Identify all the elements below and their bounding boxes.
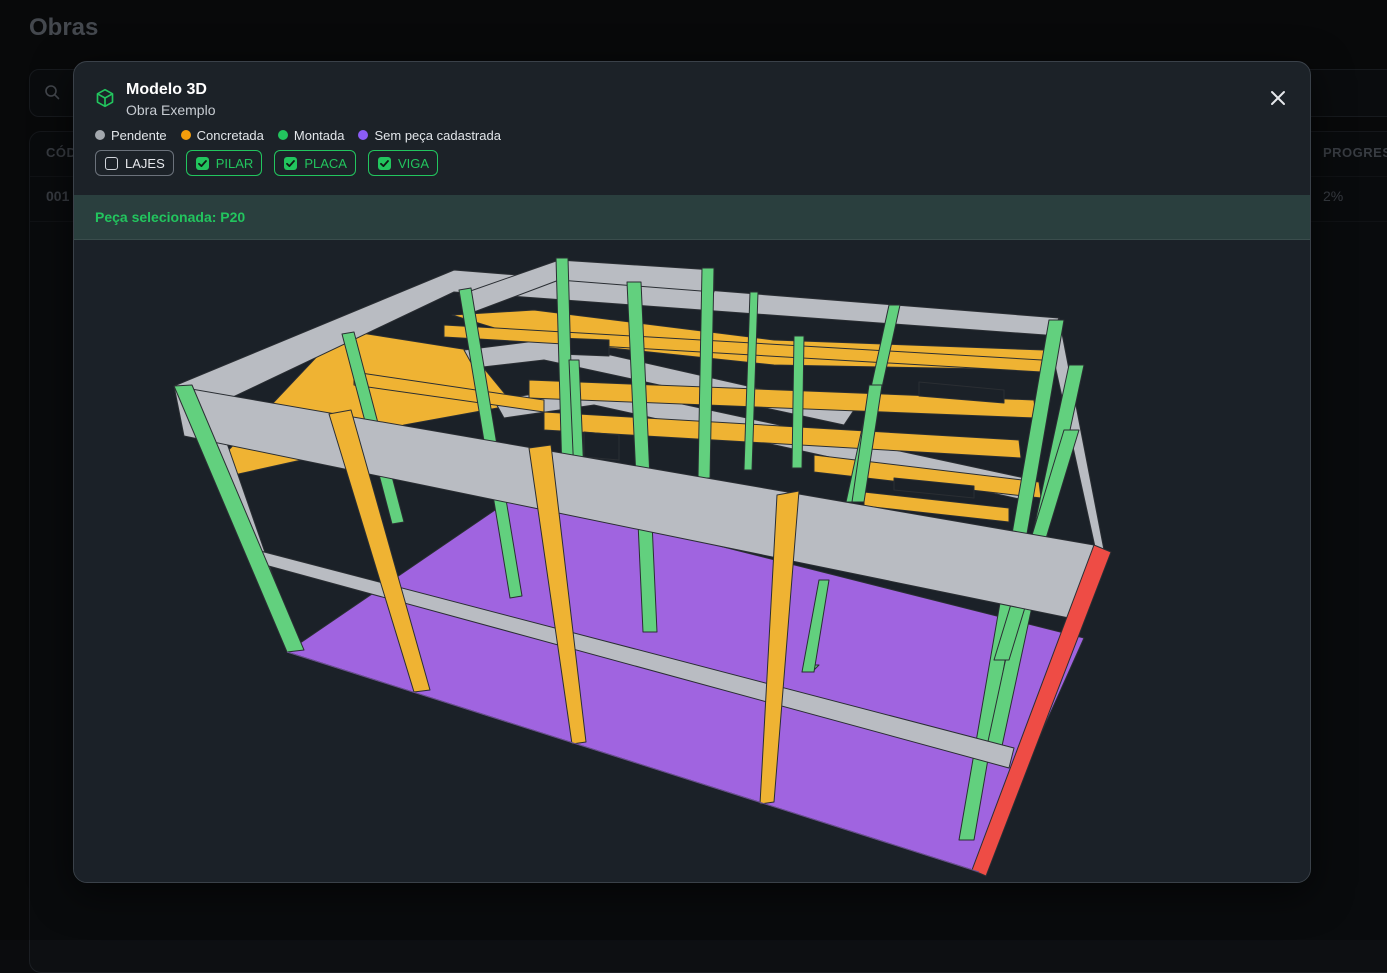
legend-item-montada: Montada xyxy=(277,127,345,143)
filter-label: PLACA xyxy=(304,155,347,171)
legend-item-concretada: Concretada xyxy=(180,127,264,143)
legend-item-sem-peca: Sem peça cadastrada xyxy=(358,127,501,143)
filter-label: LAJES xyxy=(125,155,165,171)
checkbox-checked[interactable] xyxy=(195,156,209,170)
filter-placa[interactable]: PLACA xyxy=(274,150,356,176)
legend-label: Pendente xyxy=(111,127,167,143)
legend-dot xyxy=(180,130,191,140)
legend-item-pendente: Pendente xyxy=(95,127,167,143)
checkbox-unchecked[interactable] xyxy=(105,156,118,170)
layer-filters: LAJES PILAR PLACA VIGA xyxy=(95,150,439,176)
legend-label: Montada xyxy=(293,127,345,143)
checkbox-checked[interactable] xyxy=(377,156,391,170)
selected-piece-bar: Peça selecionada: P20 xyxy=(74,195,1310,240)
3d-structure-model[interactable] xyxy=(74,240,1310,882)
status-legend: Pendente Concretada Montada Sem peça cad… xyxy=(95,127,501,143)
pillar-back[interactable] xyxy=(743,291,759,471)
3d-viewport[interactable] xyxy=(74,240,1310,882)
check-icon xyxy=(286,159,296,167)
check-icon xyxy=(380,159,389,167)
legend-dot xyxy=(358,130,369,140)
filter-label: PILAR xyxy=(215,155,254,171)
opening xyxy=(583,431,620,461)
filter-label: VIGA xyxy=(397,155,430,171)
selected-piece-label: Peça selecionada: P20 xyxy=(95,209,246,225)
filter-lajes[interactable]: LAJES xyxy=(95,150,174,176)
filter-pilar[interactable]: PILAR xyxy=(185,150,263,176)
legend-label: Concretada xyxy=(196,127,264,143)
pillar-mid[interactable] xyxy=(791,335,805,469)
legend-label: Sem peça cadastrada xyxy=(374,127,501,143)
checkbox-checked[interactable] xyxy=(284,156,298,170)
model-3d-modal: Modelo 3D Obra Exemplo Pendente Concreta… xyxy=(73,61,1311,883)
legend-dot xyxy=(277,130,288,140)
modal-subtitle: Obra Exemplo xyxy=(126,102,216,118)
cube-icon xyxy=(96,88,114,108)
filter-viga[interactable]: VIGA xyxy=(367,150,439,176)
check-icon xyxy=(197,159,207,167)
modal-title: Modelo 3D xyxy=(126,81,207,98)
close-icon[interactable] xyxy=(1268,88,1288,108)
modal-header: Modelo 3D Obra Exemplo Pendente Concreta… xyxy=(74,62,1310,196)
legend-dot xyxy=(95,130,105,140)
